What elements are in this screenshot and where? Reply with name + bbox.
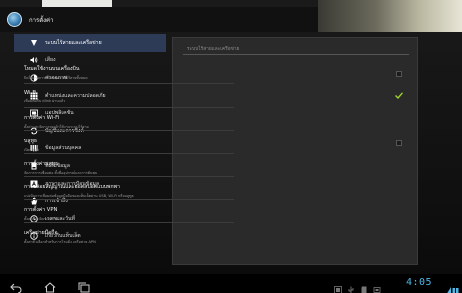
pref-bluetooth-settings[interactable]: การตั้งค่าบลูทูธ จัดการการเชื่อมต่อ ตั้ง…	[24, 160, 234, 176]
sidebar-item-label: เสียง	[45, 57, 56, 64]
pref-bluetooth[interactable]: บลูทูธ เปิดบลูทูธ	[24, 137, 234, 153]
pref-summary: ตั้งค่าและจัดการจุดเข้าใช้งานระบบไร้สาย	[24, 124, 89, 129]
settings-app-icon[interactable]	[7, 12, 22, 27]
pref-title: การตั้งค่า Wi-Fi	[24, 115, 60, 121]
checkmark-icon	[395, 92, 403, 99]
speaker-icon	[30, 56, 38, 64]
sd-card-icon	[360, 279, 368, 293]
app-title: การตั้งค่า	[29, 16, 54, 24]
pref-title: การตั้งค่า VPN	[24, 207, 58, 213]
sidebar-item-label: ระบบไร้สายและเครือข่าย	[45, 39, 102, 46]
usb-icon	[347, 279, 355, 293]
pref-divider	[24, 176, 234, 177]
pref-divider	[24, 130, 234, 131]
pref-title: เครือข่ายมือถือ	[24, 230, 58, 236]
pref-summary: แบ่งปันการเชื่อมต่อข้อมูลมือถือของแท็บเล…	[24, 193, 134, 198]
back-icon	[10, 283, 22, 293]
pref-divider	[24, 107, 234, 108]
panel-header-divider	[183, 54, 409, 55]
pref-title: การปล่อยสัญญาณและฮอตสปอตแบบพกพา	[24, 184, 120, 190]
status-icons	[334, 279, 381, 293]
recent-apps-icon	[78, 282, 90, 293]
pref-title: Wi-Fi	[24, 90, 37, 96]
pref-summary: เปิดบลูทูธ	[24, 147, 39, 152]
pref-summary: ปิดใช้งานการเชื่อมต่อระบบไร้สายทั้งหมด	[24, 75, 88, 80]
status-clock[interactable]: 4:05	[406, 277, 432, 288]
airplane-mode-checkbox[interactable]	[396, 71, 402, 77]
pref-airplane-mode[interactable]: โหมดใช้งานบนเครื่องบิน ปิดใช้งานการเชื่อ…	[24, 65, 234, 81]
pref-tethering-hotspot[interactable]: การปล่อยสัญญาณและฮอตสปอตแบบพกพา แบ่งปันก…	[24, 183, 234, 199]
pref-wifi-settings[interactable]: การตั้งค่า Wi-Fi ตั้งค่าและจัดการจุดเข้า…	[24, 114, 234, 130]
pref-wifi[interactable]: Wi-Fi เชื่อมต่อกับ dlink ผ่านแล้ว	[24, 90, 234, 104]
pref-summary: ตั้งค่าตัวเลือกสำหรับการโรมมิ่ง เครือข่า…	[24, 239, 96, 244]
home-icon	[44, 282, 56, 293]
pref-summary: เชื่อมต่อกับ dlink ผ่านแล้ว	[24, 98, 66, 103]
pref-summary: ตั้งค่าและจัดการ VPN	[24, 216, 58, 221]
wifi-checkbox[interactable]	[395, 92, 403, 99]
pref-divider	[24, 83, 234, 84]
pref-summary: จัดการการเชื่อมต่อ ตั้งชื่ออุปกรณ์และการ…	[24, 170, 98, 175]
pref-divider	[24, 199, 234, 200]
wifi-icon	[30, 39, 38, 47]
pref-divider	[24, 153, 234, 154]
panel-header: ระบบไร้สายและเครือข่าย	[187, 47, 240, 52]
wallpaper-photo	[318, 0, 462, 32]
bluetooth-checkbox[interactable]	[396, 140, 402, 146]
action-bar: การตั้งค่า	[0, 7, 318, 32]
pref-divider	[24, 222, 234, 223]
pref-vpn-settings[interactable]: การตั้งค่า VPN ตั้งค่าและจัดการ VPN	[24, 206, 234, 222]
wifi-signal-icon	[446, 280, 460, 293]
pref-mobile-networks[interactable]: เครือข่ายมือถือ ตั้งค่าตัวเลือกสำหรับการ…	[24, 229, 234, 245]
recent-apps-button[interactable]	[78, 278, 90, 293]
home-button[interactable]	[44, 278, 56, 293]
system-navigation-bar: 4:05	[0, 274, 462, 293]
pref-title: โหมดใช้งานบนเครื่องบิน	[24, 66, 80, 72]
screenshot-icon[interactable]	[334, 279, 342, 293]
pref-title: การตั้งค่าบลูทูธ	[24, 161, 59, 167]
back-button[interactable]	[10, 278, 22, 293]
sidebar-item-wireless[interactable]: ระบบไร้สายและเครือข่าย	[14, 34, 166, 52]
pref-title: บลูทูธ	[24, 138, 38, 144]
wallpaper-highlight	[42, 0, 112, 7]
notification-icon	[373, 279, 381, 293]
